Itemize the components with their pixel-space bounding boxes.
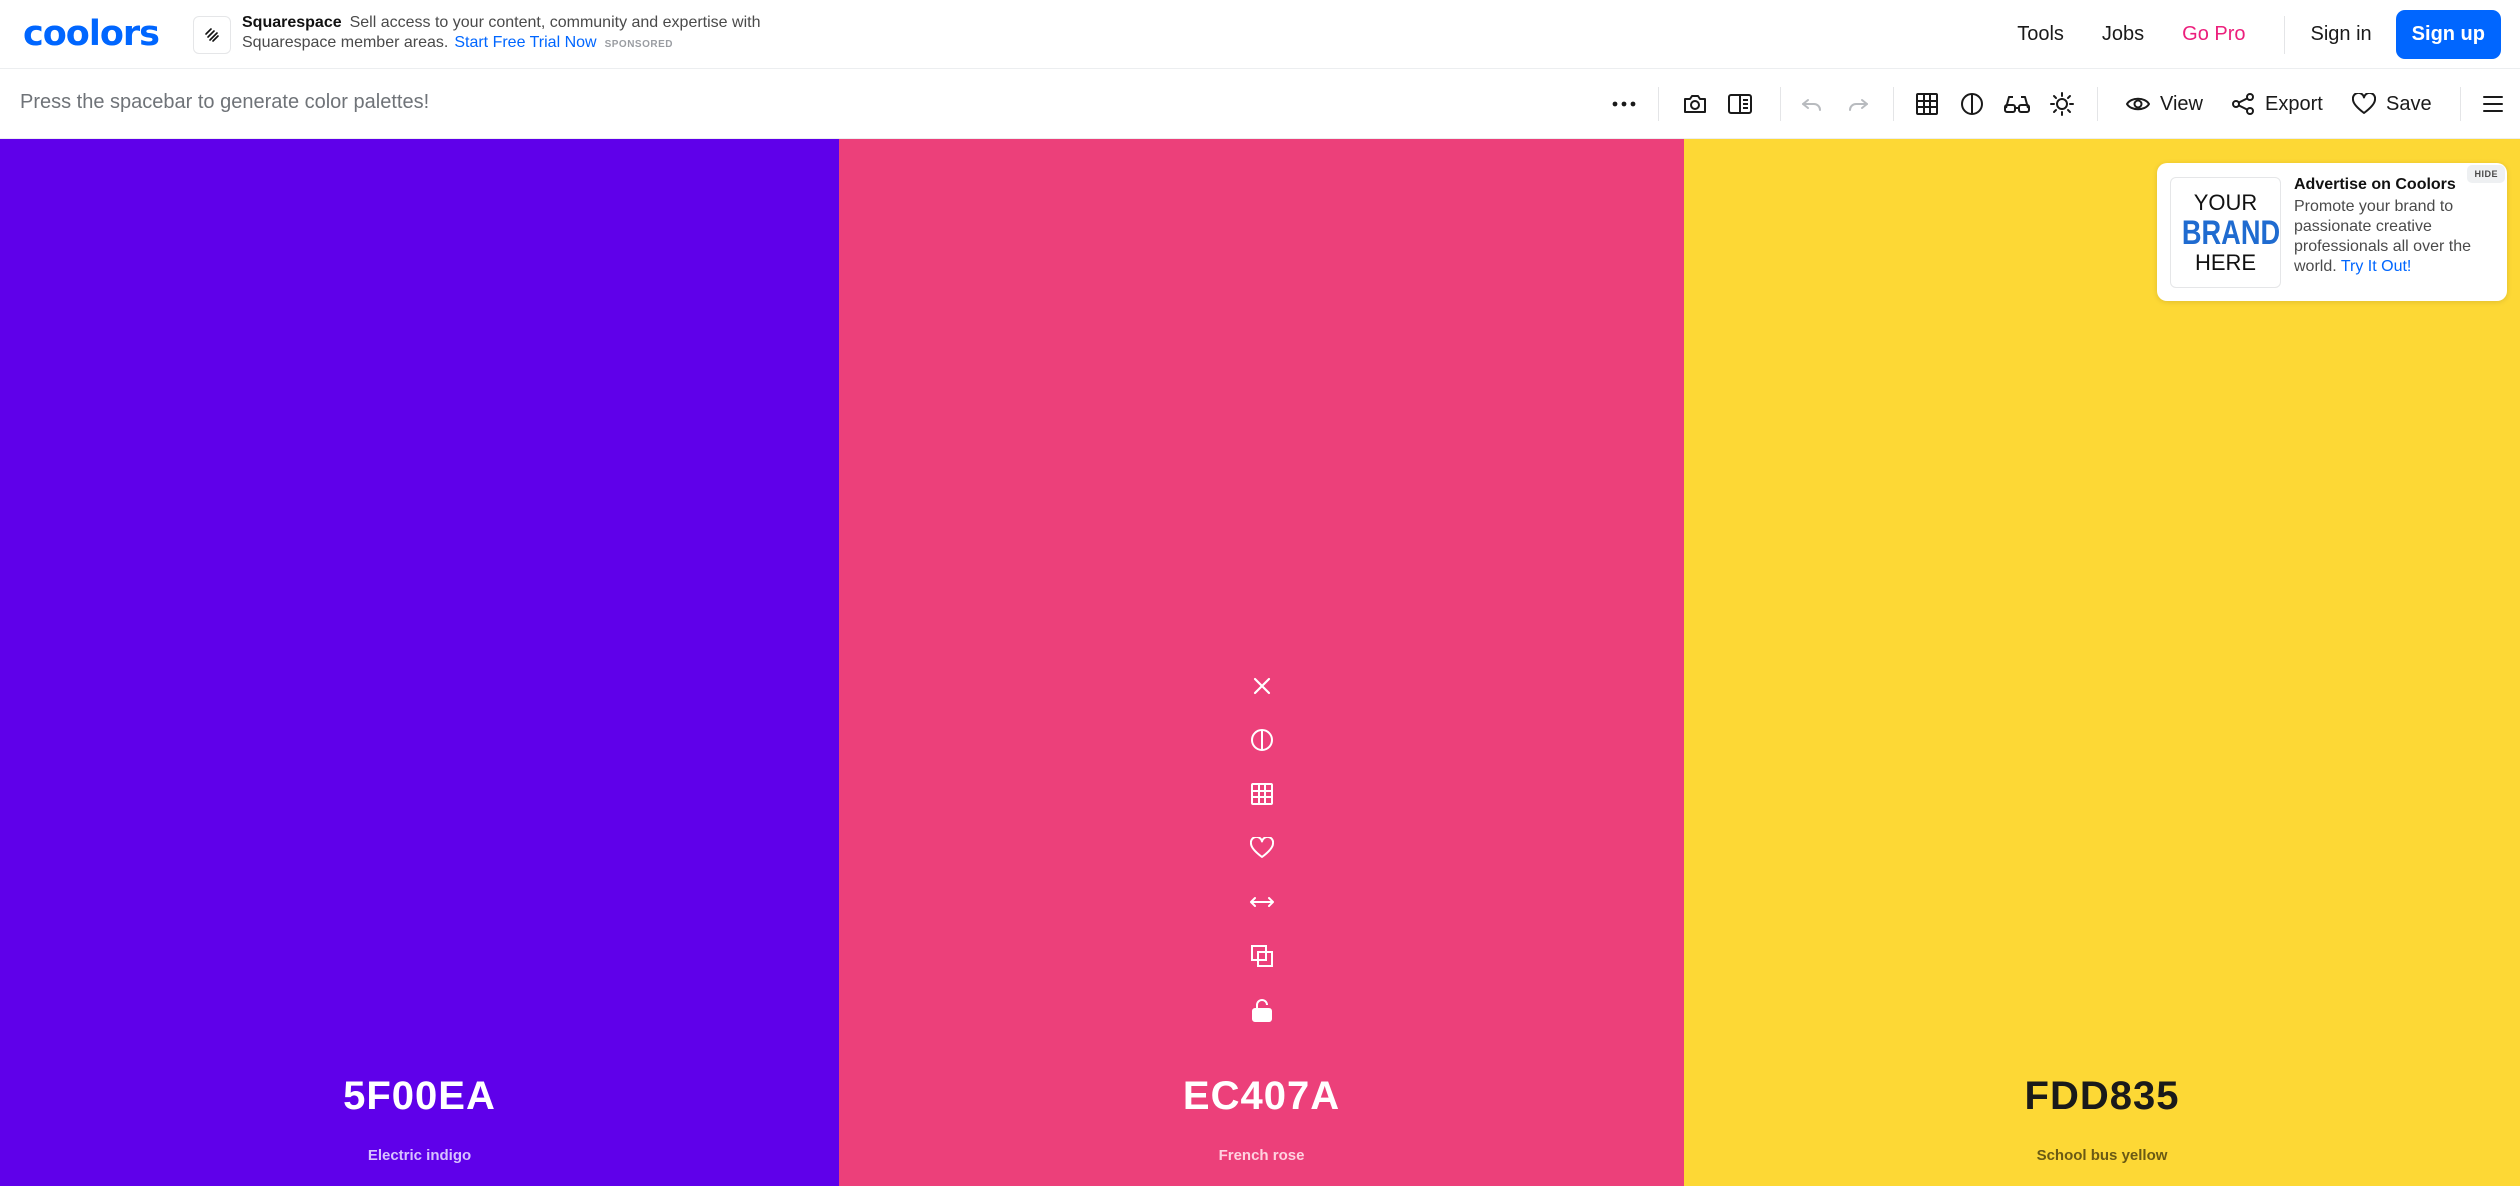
glasses-icon[interactable] bbox=[2002, 69, 2032, 139]
unlock-icon[interactable] bbox=[1242, 983, 1282, 1037]
heart-icon bbox=[2352, 93, 2376, 114]
spacebar-hint: Press the spacebar to generate color pal… bbox=[20, 91, 430, 113]
ad-description: Promote your brand to passionate creativ… bbox=[2294, 197, 2494, 277]
nav-tools-link[interactable]: Tools bbox=[2017, 23, 2064, 46]
eye-icon bbox=[2126, 97, 2150, 111]
ad-image-line: HERE bbox=[2194, 250, 2257, 275]
sponsored-tag: SPONSORED bbox=[604, 39, 673, 50]
color-name[interactable]: School bus yellow bbox=[1684, 1147, 2520, 1164]
nav-go-pro-link[interactable]: Go Pro bbox=[2182, 23, 2245, 46]
toolbar-divider bbox=[2460, 87, 2461, 121]
sponsor-brand: Squarespace bbox=[242, 14, 342, 31]
undo-icon[interactable] bbox=[1797, 69, 1827, 139]
your-brand-here-image: YOUR BRAND HERE bbox=[2170, 177, 2281, 288]
hide-ad-button[interactable]: HIDE bbox=[2467, 165, 2505, 183]
advertise-card[interactable]: YOUR BRAND HERE Advertise on Coolors Pro… bbox=[2157, 163, 2507, 301]
ad-image-line: BRAND bbox=[2181, 214, 2281, 252]
toolbar-divider bbox=[1780, 87, 1781, 121]
view-label: View bbox=[2160, 92, 2203, 115]
save-label: Save bbox=[2386, 92, 2432, 115]
drag-arrows-icon[interactable] bbox=[1242, 875, 1282, 929]
grid-icon[interactable] bbox=[1912, 69, 1942, 139]
try-it-out-link[interactable]: Try It Out! bbox=[2341, 258, 2412, 275]
sponsor-cta-link[interactable]: Start Free Trial Now bbox=[454, 34, 596, 51]
save-button[interactable]: Save bbox=[2352, 69, 2432, 139]
export-button[interactable]: Export bbox=[2231, 69, 2323, 139]
color-hex-code[interactable]: EC407A bbox=[839, 1074, 1684, 1119]
grid-icon[interactable] bbox=[1242, 767, 1282, 821]
redo-icon[interactable] bbox=[1843, 69, 1873, 139]
export-label: Export bbox=[2265, 92, 2323, 115]
share-icon bbox=[2232, 93, 2254, 115]
contrast-icon[interactable] bbox=[1242, 713, 1282, 767]
sign-up-button[interactable]: Sign up bbox=[2395, 10, 2501, 59]
sign-in-link[interactable]: Sign in bbox=[2311, 23, 2372, 46]
view-button[interactable]: View bbox=[2126, 69, 2203, 139]
color-column[interactable]: 5F00EA Electric indigo bbox=[0, 139, 839, 1186]
column-tools bbox=[1242, 659, 1282, 1037]
book-icon[interactable] bbox=[1725, 69, 1755, 139]
ad-image-line: YOUR bbox=[2193, 190, 2258, 215]
menu-icon[interactable] bbox=[2478, 69, 2508, 139]
color-hex-code[interactable]: FDD835 bbox=[1684, 1074, 2520, 1119]
sun-icon[interactable] bbox=[2047, 69, 2077, 139]
top-nav: coolors Squarespace Sell access to your c… bbox=[0, 0, 2520, 69]
sponsor-text: Squarespace Sell access to your content, … bbox=[242, 13, 802, 55]
palette: 5F00EA Electric indigo EC407A French ros… bbox=[0, 139, 2520, 1186]
toolbar-divider bbox=[1893, 87, 1894, 121]
contrast-icon[interactable] bbox=[1957, 69, 1987, 139]
nav-links: Tools Jobs Go Pro Sign in Sign up bbox=[2017, 0, 2520, 69]
color-name[interactable]: Electric indigo bbox=[0, 1147, 839, 1164]
coolors-logo[interactable]: coolors bbox=[23, 14, 160, 54]
squarespace-logo-icon bbox=[193, 16, 231, 54]
heart-icon[interactable] bbox=[1242, 821, 1282, 875]
nav-divider bbox=[2283, 15, 2285, 54]
color-name[interactable]: French rose bbox=[839, 1147, 1684, 1164]
toolbar-divider bbox=[2097, 87, 2098, 121]
ad-title: Advertise on Coolors bbox=[2294, 176, 2456, 193]
generator-toolbar: Press the spacebar to generate color pal… bbox=[0, 69, 2520, 139]
close-icon[interactable] bbox=[1242, 659, 1282, 713]
camera-icon[interactable] bbox=[1680, 69, 1710, 139]
color-column[interactable]: EC407A French rose bbox=[839, 139, 1684, 1186]
copy-icon[interactable] bbox=[1242, 929, 1282, 983]
more-options-icon[interactable] bbox=[1608, 69, 1640, 139]
toolbar-divider bbox=[1658, 87, 1659, 121]
color-hex-code[interactable]: 5F00EA bbox=[0, 1074, 839, 1119]
nav-jobs-link[interactable]: Jobs bbox=[2102, 23, 2144, 46]
